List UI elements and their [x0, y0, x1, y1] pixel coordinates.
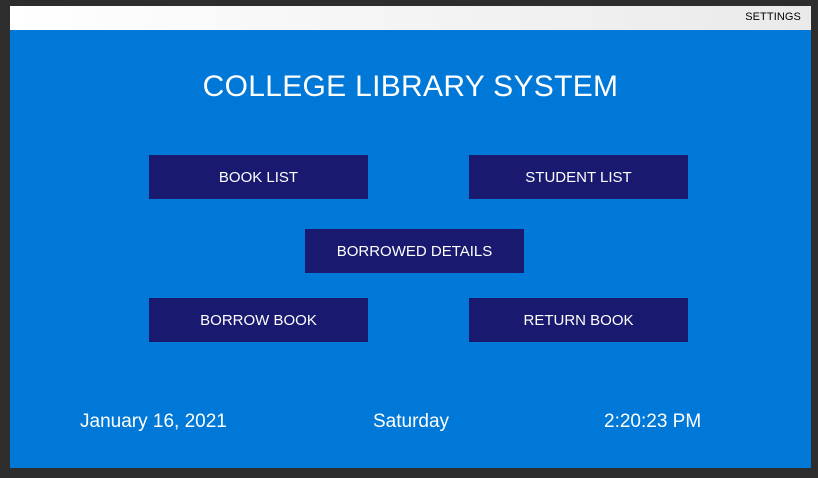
time-label: 2:20:23 PM [604, 411, 702, 432]
app-window: SETTINGS COLLEGE LIBRARY SYSTEM BOOK LIS… [0, 0, 818, 478]
page-title: COLLEGE LIBRARY SYSTEM [202, 70, 619, 103]
menu-bar: SETTINGS [10, 6, 811, 30]
borrow-book-button[interactable]: BORROW BOOK [149, 298, 368, 342]
day-label: Saturday [373, 411, 450, 432]
main-panel: COLLEGE LIBRARY SYSTEM BOOK LIST STUDENT… [10, 30, 811, 468]
settings-menu-item[interactable]: SETTINGS [745, 11, 801, 23]
student-list-button[interactable]: STUDENT LIST [469, 155, 688, 199]
date-label: January 16, 2021 [80, 411, 227, 432]
return-book-button[interactable]: RETURN BOOK [469, 298, 688, 342]
book-list-button[interactable]: BOOK LIST [149, 155, 368, 199]
borrowed-details-button[interactable]: BORROWED DETAILS [305, 229, 524, 273]
